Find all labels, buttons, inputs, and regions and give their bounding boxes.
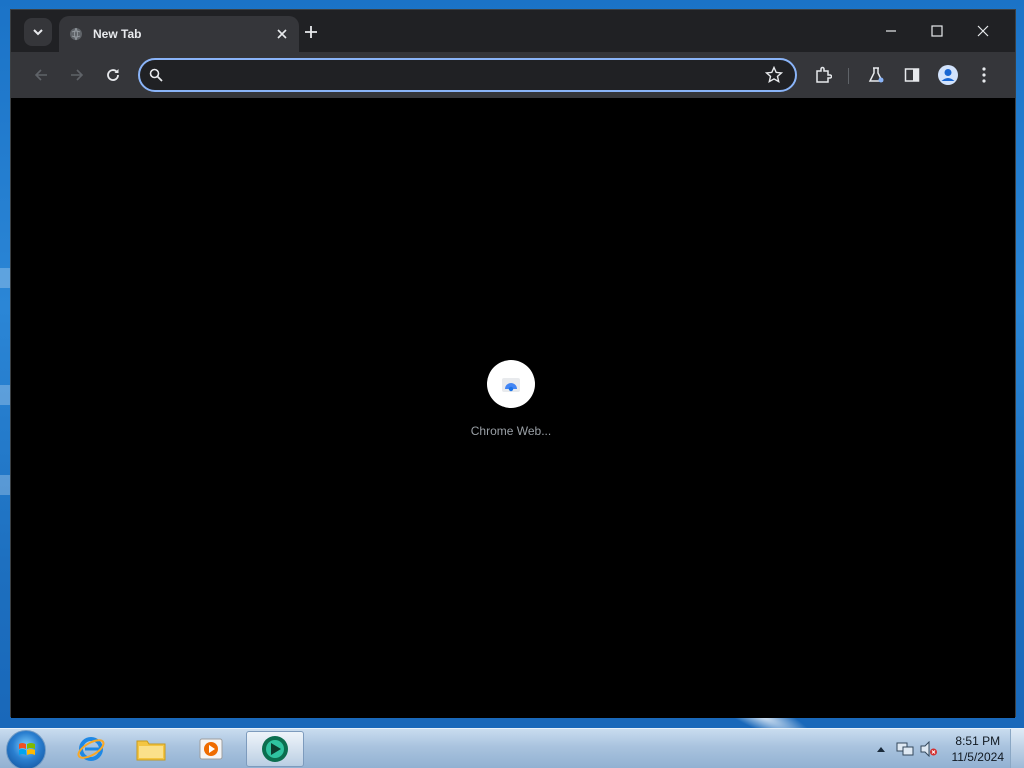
address-input[interactable] — [172, 64, 752, 86]
search-icon — [149, 68, 163, 82]
minimize-button[interactable] — [868, 16, 914, 46]
tab-title: New Tab — [93, 27, 142, 41]
globe-icon — [69, 27, 83, 41]
menu-icon — [982, 67, 986, 83]
chrome-app-icon — [262, 736, 288, 762]
toolbar — [11, 52, 1015, 98]
tab-new-tab[interactable]: New Tab — [59, 16, 299, 52]
omnibox[interactable] — [138, 58, 797, 92]
clock-time: 8:51 PM — [955, 734, 1001, 748]
network-icon — [896, 742, 913, 756]
extensions-button[interactable] — [810, 62, 836, 88]
labs-icon — [868, 67, 884, 83]
chevron-down-icon — [33, 29, 43, 36]
shortcut-icon-circle — [487, 360, 535, 408]
clock-date: 11/5/2024 — [951, 750, 1005, 764]
browser-window: New Tab Chrome Web... — [10, 9, 1016, 718]
media-player-icon — [199, 738, 223, 760]
close-window-button[interactable] — [960, 16, 1006, 46]
taskbar-file-explorer[interactable] — [122, 731, 180, 767]
arrow-left-icon — [34, 69, 47, 81]
title-bar: New Tab — [11, 10, 1015, 52]
shortcut-tile[interactable]: Chrome Web... — [455, 360, 567, 450]
reload-icon — [107, 69, 119, 81]
volume-button[interactable] — [920, 740, 938, 758]
side-panel-button[interactable] — [899, 62, 925, 88]
extensions-icon — [816, 66, 832, 83]
taskbar-chrome-app[interactable] — [246, 731, 304, 767]
tab-close-button[interactable] — [273, 25, 291, 43]
tab-search-button[interactable] — [24, 18, 52, 46]
taskbar: 8:51 PM 11/5/2024 — [0, 728, 1024, 768]
system-tray: 8:51 PM 11/5/2024 — [872, 729, 1005, 768]
show-desktop-button[interactable] — [1010, 729, 1024, 768]
forward-button[interactable] — [64, 62, 90, 88]
profile-icon — [938, 65, 958, 85]
volume-muted-icon — [920, 741, 937, 757]
labs-button[interactable] — [863, 62, 889, 88]
plus-icon — [305, 26, 317, 38]
toolbar-separator — [848, 68, 849, 84]
new-tab-button[interactable] — [299, 20, 323, 44]
arrow-right-icon — [71, 69, 84, 81]
show-hidden-icons-button[interactable] — [872, 740, 890, 758]
taskbar-media-player[interactable] — [182, 731, 240, 767]
menu-button[interactable] — [971, 62, 997, 88]
file-explorer-icon — [136, 740, 166, 761]
minimize-icon — [886, 30, 896, 32]
internet-explorer-icon — [77, 737, 105, 761]
star-icon[interactable] — [765, 66, 783, 84]
close-icon — [977, 25, 989, 37]
network-button[interactable] — [896, 740, 914, 758]
shortcut-label: Chrome Web... — [470, 424, 552, 438]
maximize-button[interactable] — [914, 16, 960, 46]
start-button[interactable] — [6, 730, 46, 768]
chrome-web-store-icon — [502, 378, 520, 392]
maximize-icon — [931, 25, 943, 37]
taskbar-internet-explorer[interactable] — [62, 731, 120, 767]
clock[interactable]: 8:51 PM 11/5/2024 — [952, 733, 1005, 765]
close-icon — [277, 29, 287, 39]
windows-logo-icon — [19, 743, 35, 755]
new-tab-page: Chrome Web... — [11, 98, 1015, 718]
chevron-up-icon — [876, 747, 885, 752]
back-button[interactable] — [28, 62, 54, 88]
side-panel-icon — [904, 68, 920, 82]
profile-button[interactable] — [935, 62, 961, 88]
reload-button[interactable] — [100, 62, 126, 88]
